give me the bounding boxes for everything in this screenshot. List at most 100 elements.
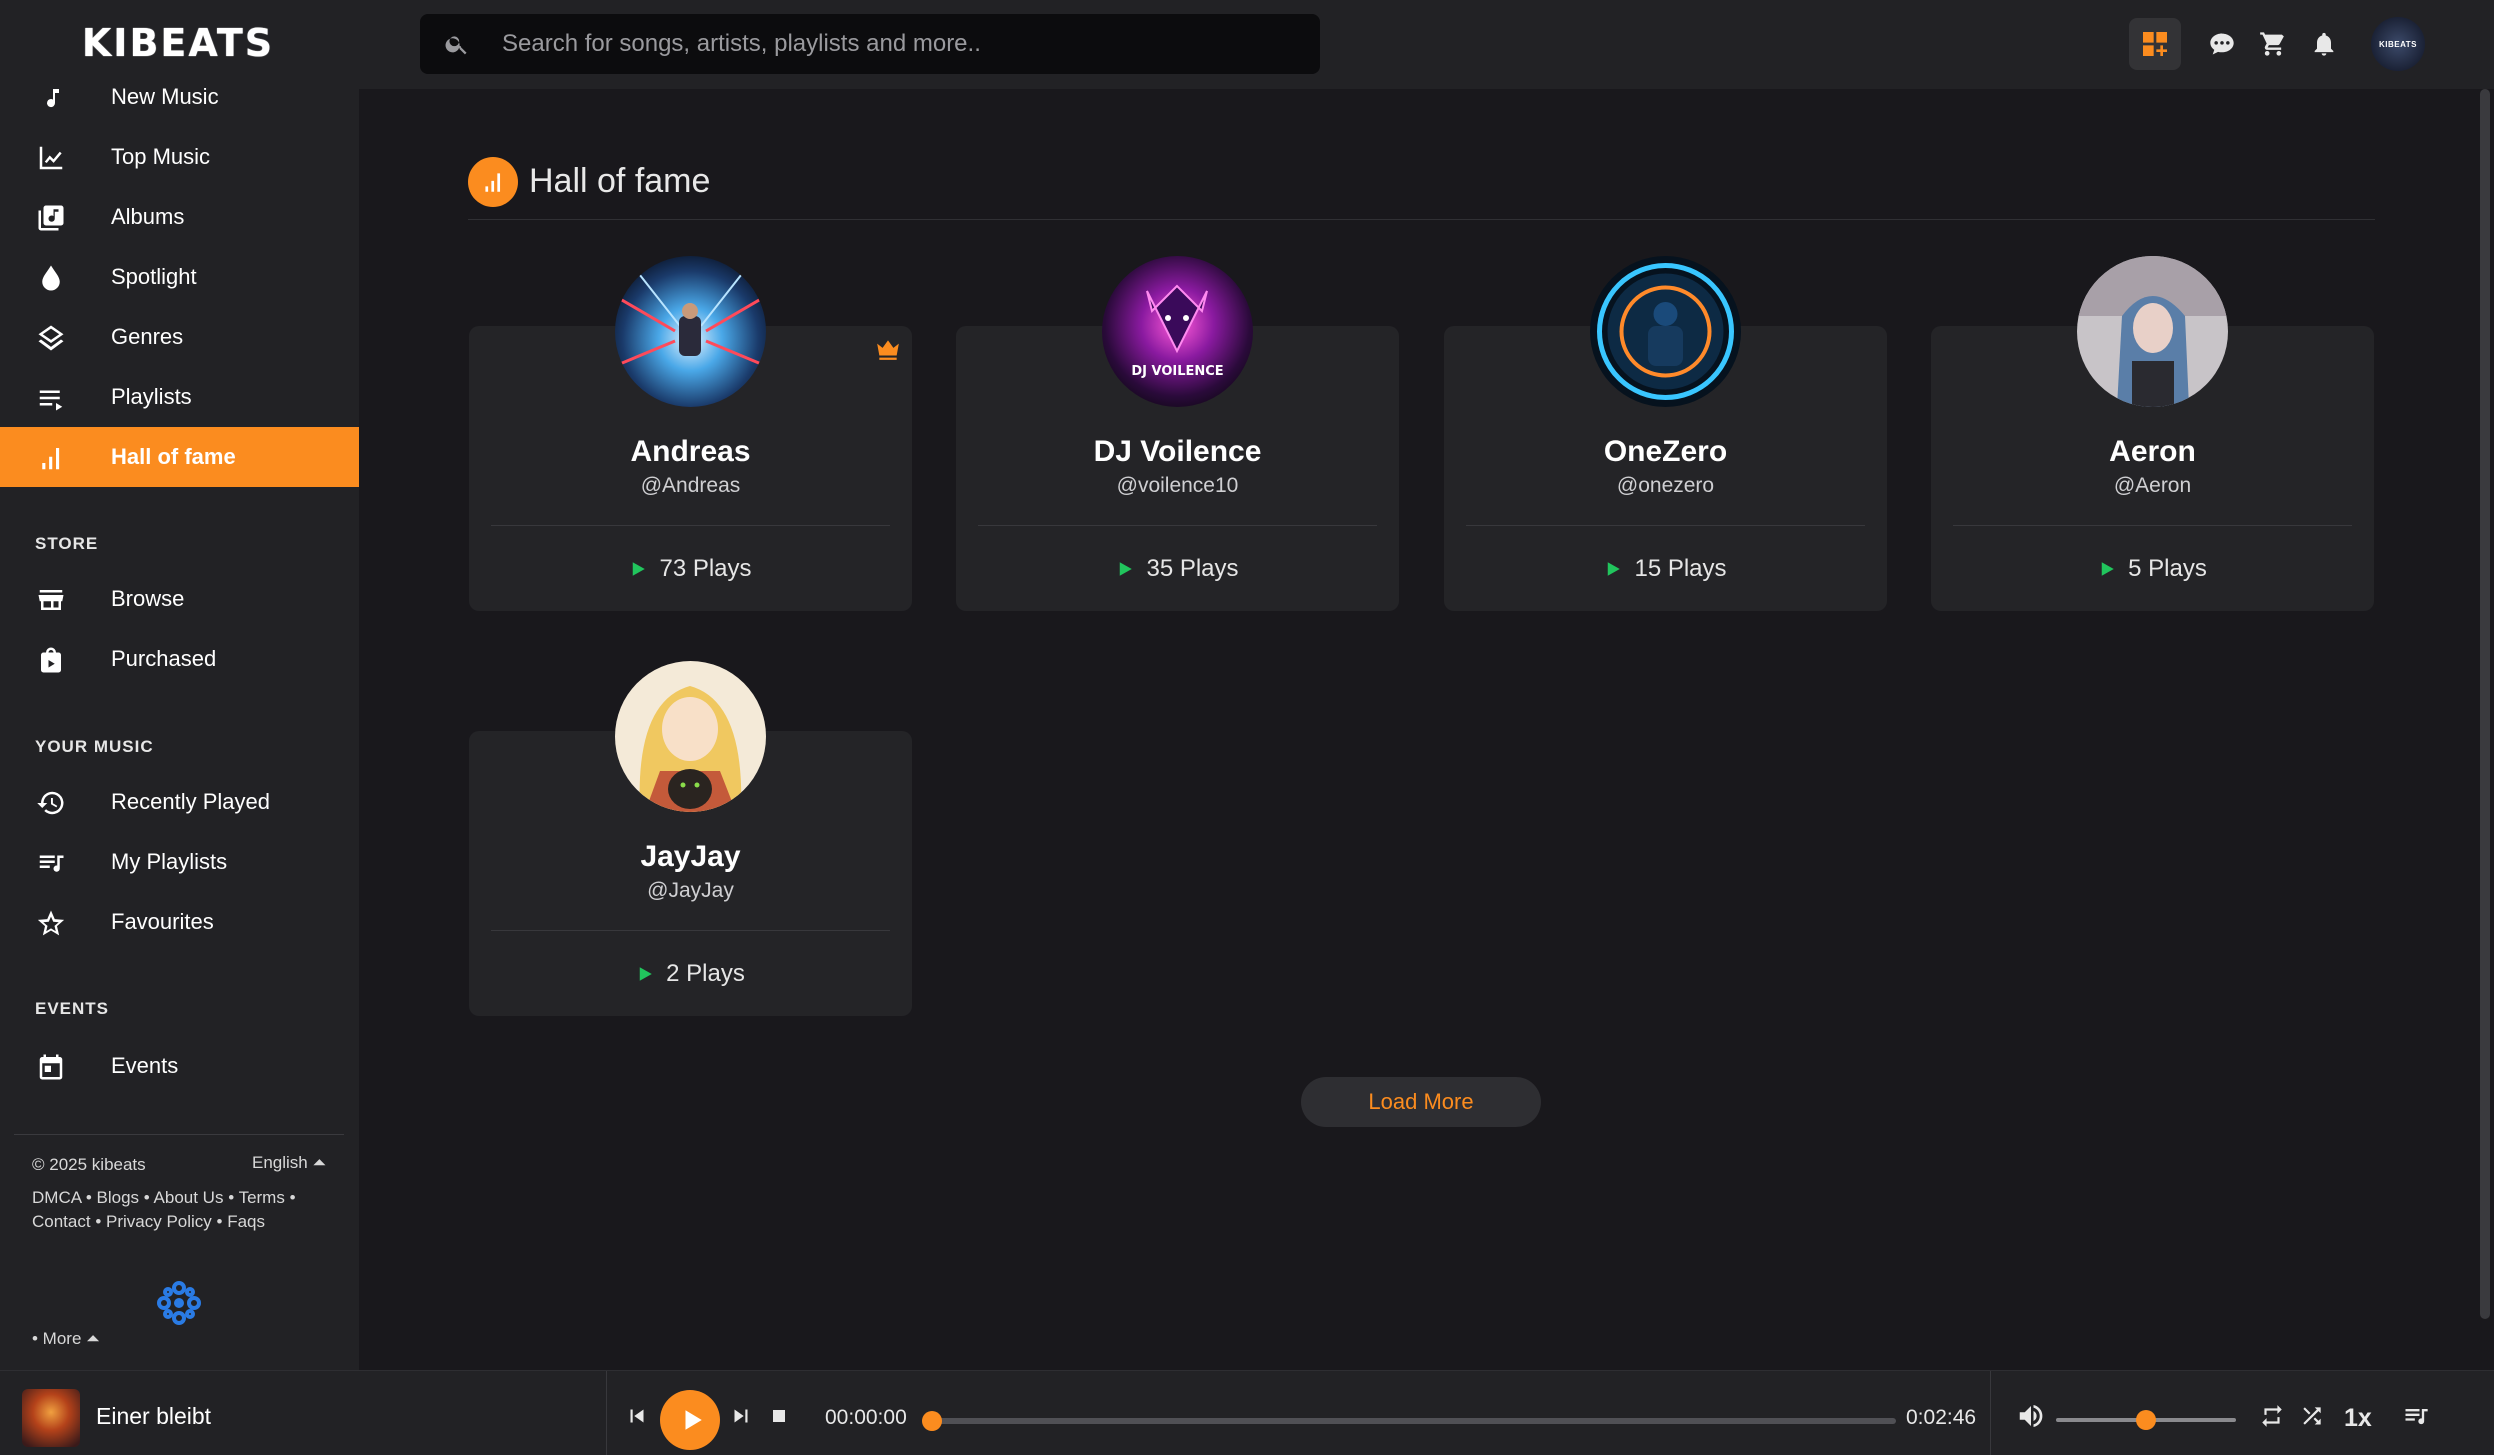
queue-music-icon: [2405, 1409, 2428, 1425]
language-selector[interactable]: English ⏶: [252, 1153, 326, 1173]
repeat-icon: [2262, 1405, 2282, 1427]
sidebar-item-label: New Music: [111, 84, 219, 109]
next-button[interactable]: [726, 1401, 756, 1431]
sidebar-item-purchased[interactable]: Purchased: [0, 629, 359, 689]
seek-handle[interactable]: [922, 1411, 942, 1431]
search-icon: [445, 36, 467, 55]
artist-avatar[interactable]: [615, 256, 766, 407]
sparkle-icon[interactable]: [154, 1278, 204, 1328]
volume-handle[interactable]: [2136, 1410, 2156, 1430]
sidebar-item-my-playlists[interactable]: My Playlists: [0, 832, 359, 892]
sidebar-item-hall-of-fame[interactable]: Hall of fame: [0, 427, 359, 487]
current-time: 00:00:00: [825, 1406, 907, 1429]
artist-card[interactable]: OneZero @onezero 15 Plays: [1444, 256, 1887, 611]
seek-bar[interactable]: [922, 1411, 1896, 1431]
artist-name[interactable]: Andreas: [469, 435, 912, 469]
avatar-text: KIBEATS: [2378, 39, 2418, 49]
layers-icon: [35, 322, 67, 354]
sidebar-item-label: Albums: [111, 204, 185, 229]
artist-handle: @Aeron: [2113, 474, 2192, 497]
play-icon: [2101, 562, 2114, 576]
artist-avatar[interactable]: DJ VOILENCE: [1102, 256, 1253, 407]
repeat-button[interactable]: [2257, 1401, 2287, 1431]
artist-avatar[interactable]: [1590, 256, 1741, 407]
search-box[interactable]: [420, 14, 1320, 74]
artist-handle: @voilence10: [1116, 474, 1239, 497]
footer-link-contact[interactable]: Contact: [32, 1212, 91, 1231]
footer-link-about-us[interactable]: About Us: [154, 1188, 224, 1207]
artist-card[interactable]: Andreas @Andreas 73 Plays: [469, 256, 912, 611]
sidebar-item-new-music[interactable]: New Music: [0, 67, 359, 127]
app-logo[interactable]: KIBEATS: [78, 18, 278, 68]
title-divider: [468, 219, 2375, 220]
footer-link-privacy-policy[interactable]: Privacy Policy: [106, 1212, 212, 1231]
avatar-text: DJ VOILENCE: [1131, 364, 1224, 379]
playback-speed[interactable]: 1x: [2344, 1404, 2372, 1433]
artist-card[interactable]: JayJay @JayJay 2 Plays: [469, 661, 912, 1016]
artist-handle: @onezero: [1616, 474, 1715, 497]
hall-of-fame-badge: [468, 157, 518, 207]
sidebar-item-browse[interactable]: Browse: [0, 569, 359, 629]
artist-card[interactable]: Aeron @Aeron 5 Plays: [1931, 256, 2374, 611]
play-button[interactable]: [660, 1390, 720, 1450]
crown-icon: [877, 340, 899, 360]
drop-icon: [35, 262, 67, 294]
artist-avatar[interactable]: [615, 661, 766, 812]
footer-link-terms[interactable]: Terms: [239, 1188, 285, 1207]
artist-avatar[interactable]: [2077, 256, 2228, 407]
sidebar-item-favourites[interactable]: Favourites: [0, 892, 359, 952]
playlist-music-icon: [35, 847, 67, 879]
track-title[interactable]: Einer bleibt: [96, 1403, 211, 1430]
sidebar-item-spotlight[interactable]: Spotlight: [0, 247, 359, 307]
section-header-events: EVENTS: [35, 999, 110, 1018]
sidebar-item-genres[interactable]: Genres: [0, 307, 359, 367]
scrollbar[interactable]: [2480, 89, 2490, 1319]
play-icon: [1608, 562, 1621, 576]
load-more-button[interactable]: Load More: [1301, 1077, 1541, 1127]
user-avatar[interactable]: KIBEATS: [2371, 17, 2425, 71]
cart-button[interactable]: [2249, 20, 2297, 68]
player-divider: [606, 1371, 607, 1455]
footer-link-faqs[interactable]: Faqs: [227, 1212, 265, 1231]
queue-button[interactable]: [2400, 1400, 2432, 1432]
footer-link-dmca[interactable]: DMCA: [32, 1188, 81, 1207]
footer-link-blogs[interactable]: Blogs: [97, 1188, 140, 1207]
search-input[interactable]: [502, 14, 1302, 74]
more-menu[interactable]: • More ⏶: [32, 1329, 100, 1349]
card-divider: [491, 930, 890, 931]
add-dashboard-button[interactable]: [2129, 18, 2181, 70]
sidebar-item-albums[interactable]: Albums: [0, 187, 359, 247]
sidebar: KIBEATS New Music Top Music Albums Spotl…: [0, 0, 359, 1370]
artist-name[interactable]: DJ Voilence: [956, 435, 1399, 469]
shopping-bag-icon: [35, 644, 67, 676]
artist-name[interactable]: Aeron: [1931, 435, 2374, 469]
sidebar-item-top-music[interactable]: Top Music: [0, 127, 359, 187]
chat-icon: [2210, 33, 2234, 55]
notifications-button[interactable]: [2300, 20, 2348, 68]
play-count-text: 73 Plays: [659, 555, 752, 582]
artist-card[interactable]: DJ VOILENCE DJ Voilence @voilence10 35 P…: [956, 256, 1399, 611]
bar-chart-icon: [35, 442, 67, 474]
stop-icon: [773, 1410, 785, 1422]
stop-button[interactable]: [764, 1401, 794, 1431]
play-icon: [685, 1410, 702, 1430]
shuffle-icon: [2303, 1407, 2321, 1425]
skip-next-icon: [734, 1409, 748, 1423]
sidebar-item-label: My Playlists: [111, 849, 228, 874]
volume-button[interactable]: [2014, 1399, 2048, 1433]
player-bar: Einer bleibt 00:00:00 0:02:46 1x: [0, 1370, 2494, 1455]
sidebar-item-label: Top Music: [111, 144, 211, 169]
play-count-text: 35 Plays: [1146, 555, 1239, 582]
album-art[interactable]: [22, 1389, 80, 1447]
section-header-your-music: YOUR MUSIC: [35, 737, 154, 756]
sidebar-item-events[interactable]: Events: [0, 1036, 359, 1096]
copyright-text: © 2025 kibeats: [32, 1155, 146, 1174]
artist-name[interactable]: OneZero: [1444, 435, 1887, 469]
sidebar-item-recently-played[interactable]: Recently Played: [0, 772, 359, 832]
previous-button[interactable]: [622, 1401, 652, 1431]
volume-slider[interactable]: [2056, 1410, 2236, 1430]
sidebar-item-playlists[interactable]: Playlists: [0, 367, 359, 427]
artist-name[interactable]: JayJay: [469, 840, 912, 874]
chat-button[interactable]: [2198, 20, 2246, 68]
shuffle-button[interactable]: [2297, 1401, 2327, 1431]
